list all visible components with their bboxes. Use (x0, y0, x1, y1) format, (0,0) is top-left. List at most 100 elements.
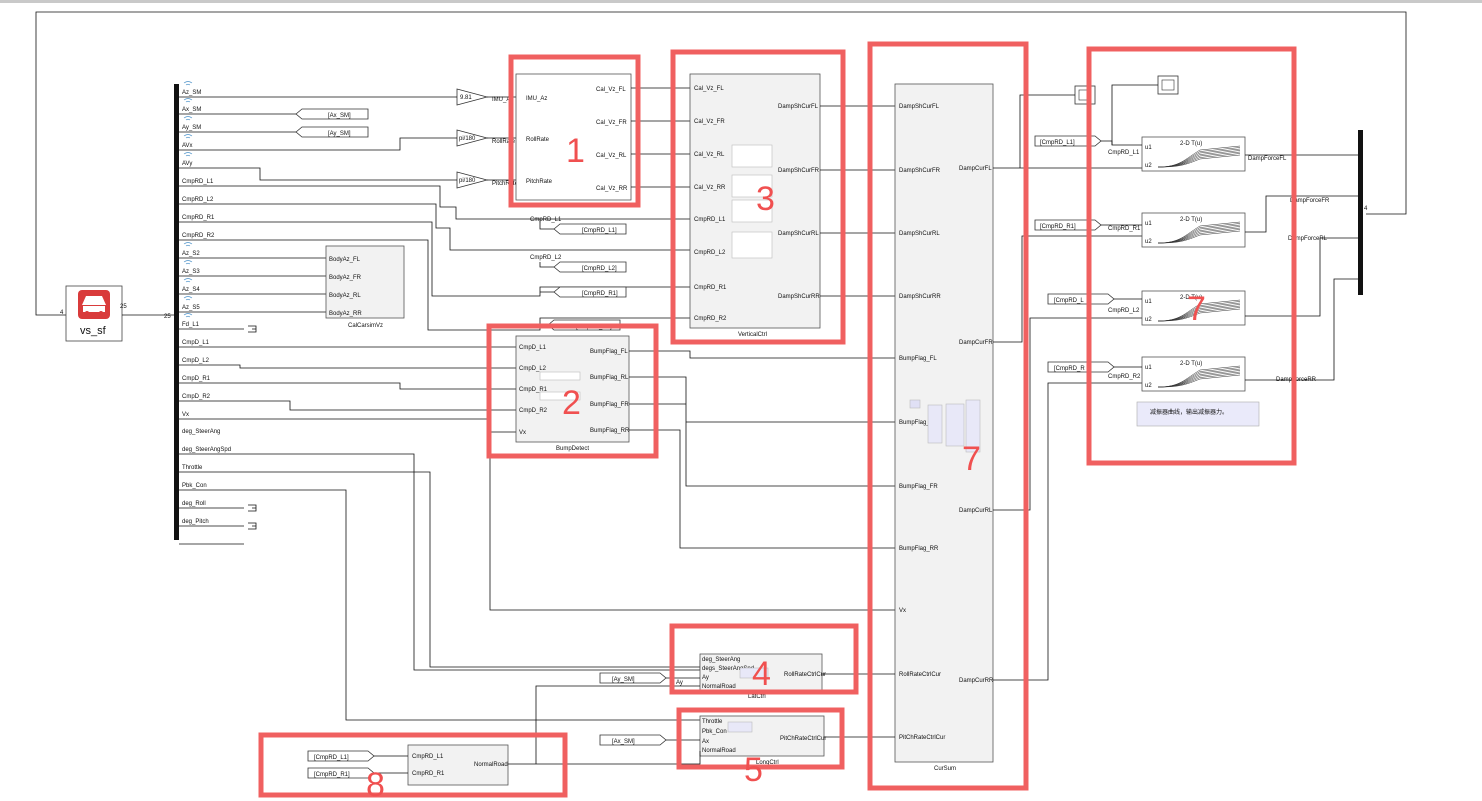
demux-signal-labels: Az_SM Ax_SM Ay_SM AVx AVy CmpRD_L1 CmpRD_L2 Cmp… (182, 81, 231, 525)
demux-signal-avx: AVx (182, 143, 193, 149)
lookup-table-1[interactable]: 2-D T(u) u1 u2 (1141, 136, 1246, 172)
vertical-input-label: CmpRD_L1 (694, 217, 726, 223)
svg-text:NormalRoad: NormalRoad (702, 748, 736, 754)
lookup-title: 2-D T(u) (1180, 217, 1202, 223)
demux-signal-cmpd-l2: CmpD_L2 (182, 358, 210, 364)
svg-text:Ay: Ay (702, 675, 709, 681)
scope-1[interactable] (1074, 85, 1096, 105)
svg-text:LatCtrl: LatCtrl (748, 694, 766, 700)
demux-signal-cmpd-r2: CmpD_R2 (182, 394, 211, 400)
demux-signal-deg-pitch: deg_Pitch (182, 519, 209, 525)
terminator-fd (248, 325, 257, 333)
svg-text:[CmpRD_R: [CmpRD_R (1054, 366, 1085, 372)
from-ax-sm[interactable]: [Ax_SM] (599, 734, 667, 746)
terminator-pbk (248, 504, 257, 512)
goto-cmprd-l1[interactable]: [CmpRD_L1] (553, 223, 627, 235)
bump-output-label: BumpFlag_RL (590, 375, 629, 381)
cursum-input-label: DampShCurFR (899, 168, 941, 174)
goto-cmprd-l2[interactable]: [CmpRD_L2] (553, 261, 627, 273)
lookup-port-u2: u2 (1145, 239, 1152, 245)
wires-from-tags (1101, 140, 1142, 368)
vertical-input-label: CmpRD_R2 (694, 316, 727, 322)
svg-text:[CmpRD_R1]: [CmpRD_R1] (582, 291, 618, 297)
cursum-input-label: BumpFlag_FL (899, 356, 937, 362)
signal-icon (183, 116, 193, 121)
cursum-block[interactable]: DampShCurFL DampShCurFR DampShCurRL DampShC… (894, 83, 994, 772)
top-edge (0, 0, 1482, 3)
gain-rollrate-pi180[interactable]: pi/180 (456, 129, 489, 147)
longctrl-block[interactable]: Throttle Pbk_Con Ax NormalRoad PitChRate… (699, 715, 826, 766)
svg-text:deg_SteerAng: deg_SteerAng (702, 657, 740, 663)
vertical-input-label: CmpRD_L2 (694, 250, 726, 256)
wires-bump-to-cursum (629, 350, 895, 549)
from-ay-sm[interactable]: [Ay_SM] (599, 672, 667, 684)
bump-input-label: CmpD_L1 (519, 345, 547, 351)
label-pitchrate: PitchRate (492, 181, 519, 187)
cursum-input-label: DampShCurRR (899, 294, 941, 300)
svg-text:Throttle: Throttle (702, 719, 723, 725)
lookup-table-4[interactable]: 2-D T(u) u1 u2 (1141, 356, 1246, 392)
signal-icon (183, 278, 193, 283)
cursum-output-label: DampCurFR (959, 340, 993, 346)
from-cmprd-l1-bottom[interactable]: [CmpRD_L1] (307, 750, 375, 762)
svg-text:RollRateCtrlCur: RollRateCtrlCur (784, 672, 826, 678)
cursum-input-label: BumpFlag_FR (899, 484, 938, 490)
demux-signal-az-sm: Az_SM (182, 90, 201, 96)
gain-pitchrate-pi180[interactable]: pi/180 (456, 171, 489, 189)
cursum-input-label: RollRateCtrlCur (899, 672, 941, 678)
svg-text:[Ay_SM]: [Ay_SM] (612, 677, 635, 683)
lookup-port-u2: u2 (1145, 383, 1152, 389)
calcarsimvz-block[interactable]: BodyAz_FL BodyAz_FR BodyAz_RL BodyAz_RR … (325, 245, 405, 329)
scope-2[interactable] (1157, 75, 1179, 95)
vertical-output-label: DampShCurFL (778, 104, 819, 110)
demux-signal-cmpd-r1: CmpD_R1 (182, 376, 211, 382)
label-cmprd-l2-a: CmpRD_L2 (530, 255, 562, 261)
wire-cmprd-r2 (179, 239, 690, 331)
wire-steerangspd (179, 471, 700, 668)
mux-port-num: 25 (164, 314, 171, 320)
simulink-diagram: vs_sf 4 25 25 Az_SMAx_SMAy_SMAVxAVyCmpRD… (0, 0, 1482, 801)
svg-text:CalCarsimVz: CalCarsimVz (348, 323, 383, 329)
bump-input-label: CmpD_R2 (519, 408, 548, 414)
goto-ay-sm[interactable]: [Ay_SM] (295, 126, 369, 138)
lookup-table-2[interactable]: 2-D T(u) u1 u2 (1141, 212, 1246, 248)
signal-icon (183, 242, 193, 247)
lookup-output-label: DampForceFL (1248, 156, 1287, 162)
from-cmprd-r1-bottom[interactable]: [CmpRD_R1] (307, 767, 375, 779)
wires-vertical-to-cursum (820, 105, 895, 297)
goto-cmprd-r1[interactable]: [CmpRD_R1] (553, 286, 627, 298)
svg-text:[CmpRD_R1]: [CmpRD_R1] (1040, 224, 1076, 230)
demux-signal-cmprd-r2: CmpRD_R2 (182, 233, 215, 239)
vs-sf-block[interactable]: vs_sf 4 25 (60, 285, 127, 342)
lookup-port-u2: u2 (1145, 163, 1152, 169)
label-cmprd-l1-a: CmpRD_L1 (530, 217, 562, 223)
from-cmprd-l[interactable]: [CmpRD_L (1047, 293, 1115, 305)
wire-cmpd-r1 (179, 382, 516, 390)
lookup-input-label: CmpRD_L2 (1108, 308, 1140, 314)
demux-signal-az-s3: Az_S3 (182, 269, 200, 275)
goto-ax-sm[interactable]: [Ax_SM] (295, 108, 369, 120)
normalroad-block[interactable]: CmpRD_L1 CmpRD_R1 NormalRoad (407, 744, 509, 786)
bump-input-label: CmpD_L2 (519, 366, 547, 372)
lookup-input-label: CmpRD_R2 (1108, 374, 1141, 380)
bump-output-label: BumpFlag_RR (590, 428, 630, 434)
vertical-output-label: DampShCurRL (778, 231, 819, 237)
wires-cursum-out (993, 94, 1142, 681)
lookup-title: 2-D T(u) (1180, 361, 1202, 367)
highlight-4: 4 (669, 623, 859, 695)
vertical-input-label: CmpRD_R1 (694, 285, 727, 291)
cursum-input-label: PitChRateCtrlCur (899, 735, 945, 741)
output-mux-num: 4 (1364, 206, 1368, 212)
svg-text:VerticalCtrl: VerticalCtrl (738, 332, 767, 338)
lookup-tables: 2-D T(u) u1 u2 CmpRD_L1 DampForceFL 2-D T(u) u… (1108, 136, 1330, 392)
svg-text:RollRate: RollRate (526, 137, 550, 143)
svg-text:[Ax_SM]: [Ax_SM] (328, 113, 351, 119)
from-cmprd-r[interactable]: [CmpRD_R (1047, 361, 1115, 373)
demux-signal-az-s4: Az_S4 (182, 287, 200, 293)
gain-9p81[interactable]: 9.81 (456, 88, 489, 106)
demux-signal-ax-sm: Ax_SM (182, 107, 201, 113)
svg-text:5: 5 (744, 751, 763, 789)
svg-text:[CmpRD_L1]: [CmpRD_L1] (1040, 140, 1075, 146)
vertical-input-label: Cal_Vz_FL (694, 86, 724, 92)
lookup-port-u1: u1 (1145, 299, 1152, 305)
